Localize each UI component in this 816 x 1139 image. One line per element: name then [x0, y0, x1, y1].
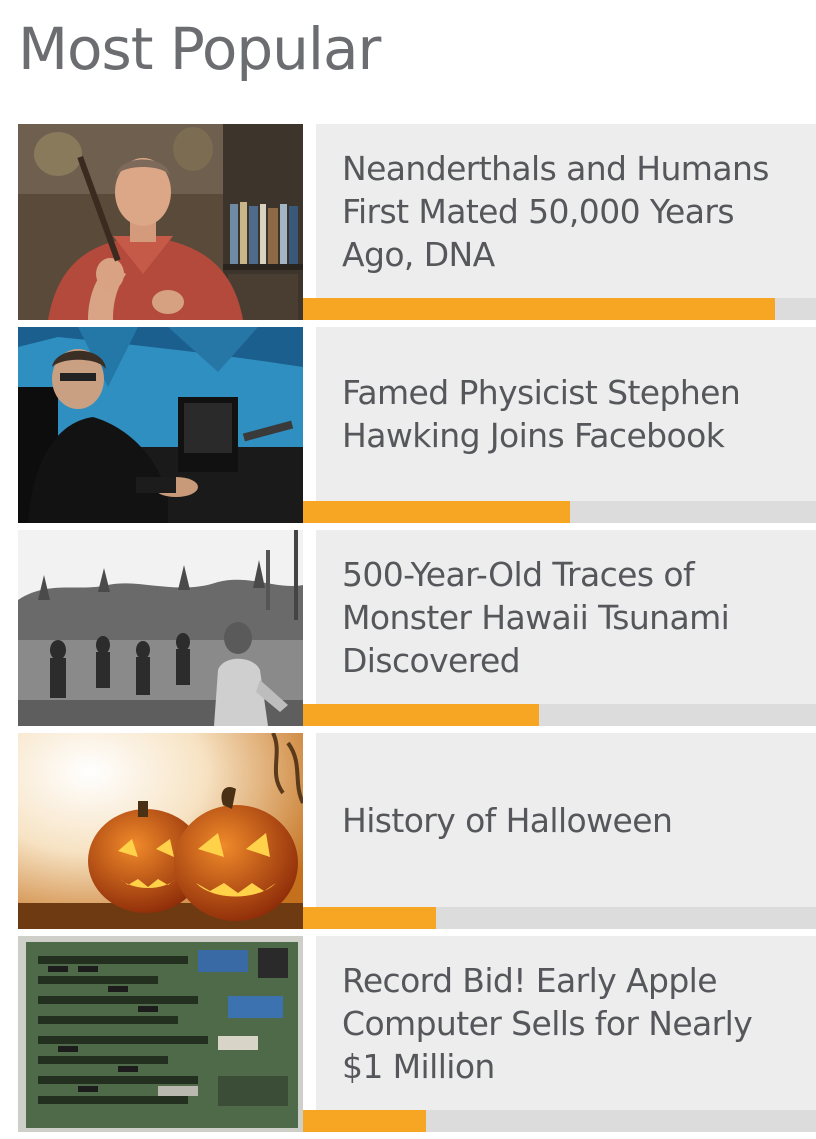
- article-item-tsunami[interactable]: 500-Year-Old Traces of Monster Hawaii Ts…: [18, 530, 816, 726]
- popularity-bar-fill: [303, 907, 437, 929]
- popularity-bar-track: [303, 1110, 816, 1132]
- popularity-bar-fill: [303, 501, 570, 523]
- popularity-bar-track: [303, 298, 816, 320]
- scientist-portrait-thumbnail[interactable]: [18, 124, 303, 320]
- article-panel[interactable]: Famed Physicist Stephen Hawking Joins Fa…: [316, 327, 816, 523]
- widget-title: Most Popular: [18, 15, 381, 83]
- article-item-neanderthals[interactable]: Neanderthals and Humans First Mated 50,0…: [18, 124, 816, 320]
- article-panel[interactable]: 500-Year-Old Traces of Monster Hawaii Ts…: [316, 530, 816, 726]
- article-list: Neanderthals and Humans First Mated 50,0…: [18, 124, 816, 1139]
- popularity-bar-track: [303, 907, 816, 929]
- physicist-wheelchair-thumbnail[interactable]: [18, 327, 303, 523]
- article-headline[interactable]: Record Bid! Early Apple Computer Sells f…: [342, 936, 798, 1110]
- article-headline[interactable]: 500-Year-Old Traces of Monster Hawaii Ts…: [342, 530, 798, 704]
- article-panel[interactable]: History of Halloween: [316, 733, 816, 929]
- article-headline[interactable]: Famed Physicist Stephen Hawking Joins Fa…: [342, 327, 798, 501]
- article-panel[interactable]: Record Bid! Early Apple Computer Sells f…: [316, 936, 816, 1132]
- jack-o-lantern-thumbnail[interactable]: [18, 733, 303, 929]
- popularity-bar-track: [303, 501, 816, 523]
- popularity-bar-track: [303, 704, 816, 726]
- article-item-hawking[interactable]: Famed Physicist Stephen Hawking Joins Fa…: [18, 327, 816, 523]
- circuit-board-thumbnail[interactable]: [18, 936, 303, 1132]
- article-item-apple-computer[interactable]: Record Bid! Early Apple Computer Sells f…: [18, 936, 816, 1132]
- popularity-bar-fill: [303, 704, 539, 726]
- article-panel[interactable]: Neanderthals and Humans First Mated 50,0…: [316, 124, 816, 320]
- popularity-bar-fill: [303, 298, 775, 320]
- article-headline[interactable]: History of Halloween: [342, 733, 798, 907]
- tsunami-crowd-thumbnail[interactable]: [18, 530, 303, 726]
- most-popular-widget: Most Popular Neanderthals and Humans Fir…: [0, 0, 816, 1132]
- popularity-bar-fill: [303, 1110, 427, 1132]
- article-headline[interactable]: Neanderthals and Humans First Mated 50,0…: [342, 124, 798, 298]
- article-item-halloween[interactable]: History of Halloween: [18, 733, 816, 929]
